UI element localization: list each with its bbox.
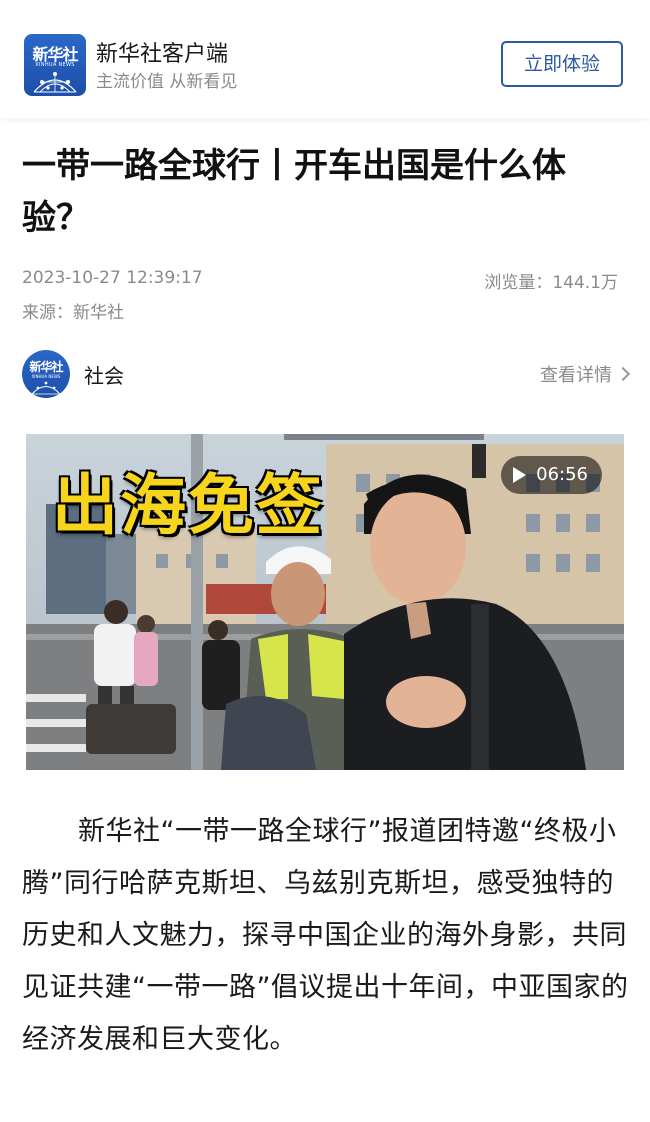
app-name: 新华社客户端: [96, 42, 229, 67]
channel-avatar[interactable]: 新华社 XINHUA NEWS: [22, 350, 70, 398]
open-app-button[interactable]: 立即体验: [501, 41, 623, 87]
xinhua-logo: 新华社 XINHUA NEWS: [24, 34, 86, 96]
publish-date: 2023-10-27 12:39:17: [22, 268, 203, 288]
article-title: 一带一路全球行丨开车出国是什么体验？: [22, 146, 566, 238]
video-player[interactable]: 出海免签 06:56: [26, 434, 624, 770]
play-icon: [513, 467, 527, 483]
avatar-text: 新华社: [29, 360, 63, 374]
article-source: 来源：新华社: [22, 303, 124, 323]
article-paragraph: 新华社“一带一路全球行”报道团特邀“终极小腾”同行哈萨克斯坦、乌兹别克斯坦，感受…: [22, 816, 629, 1055]
app-download-banner: 新华社 XINHUA NEWS 新华社客户端 主流价值 从新看见 立即体验: [0, 0, 650, 118]
app-slogan: 主流价值 从新看见: [96, 72, 238, 92]
chevron-right-icon: [615, 366, 631, 382]
video-duration: 06:56: [536, 464, 588, 485]
channel-name[interactable]: 社会: [84, 360, 124, 389]
globe-network-icon: [31, 381, 61, 395]
view-details-label: 查看详情: [540, 365, 612, 386]
view-details-link[interactable]: 查看详情: [540, 361, 631, 387]
video-overlay-title: 出海免签: [52, 467, 324, 544]
globe-network-icon: [33, 72, 77, 93]
view-count: 浏览量：144.1万: [484, 273, 618, 293]
video-duration-badge[interactable]: 06:56: [501, 456, 602, 494]
